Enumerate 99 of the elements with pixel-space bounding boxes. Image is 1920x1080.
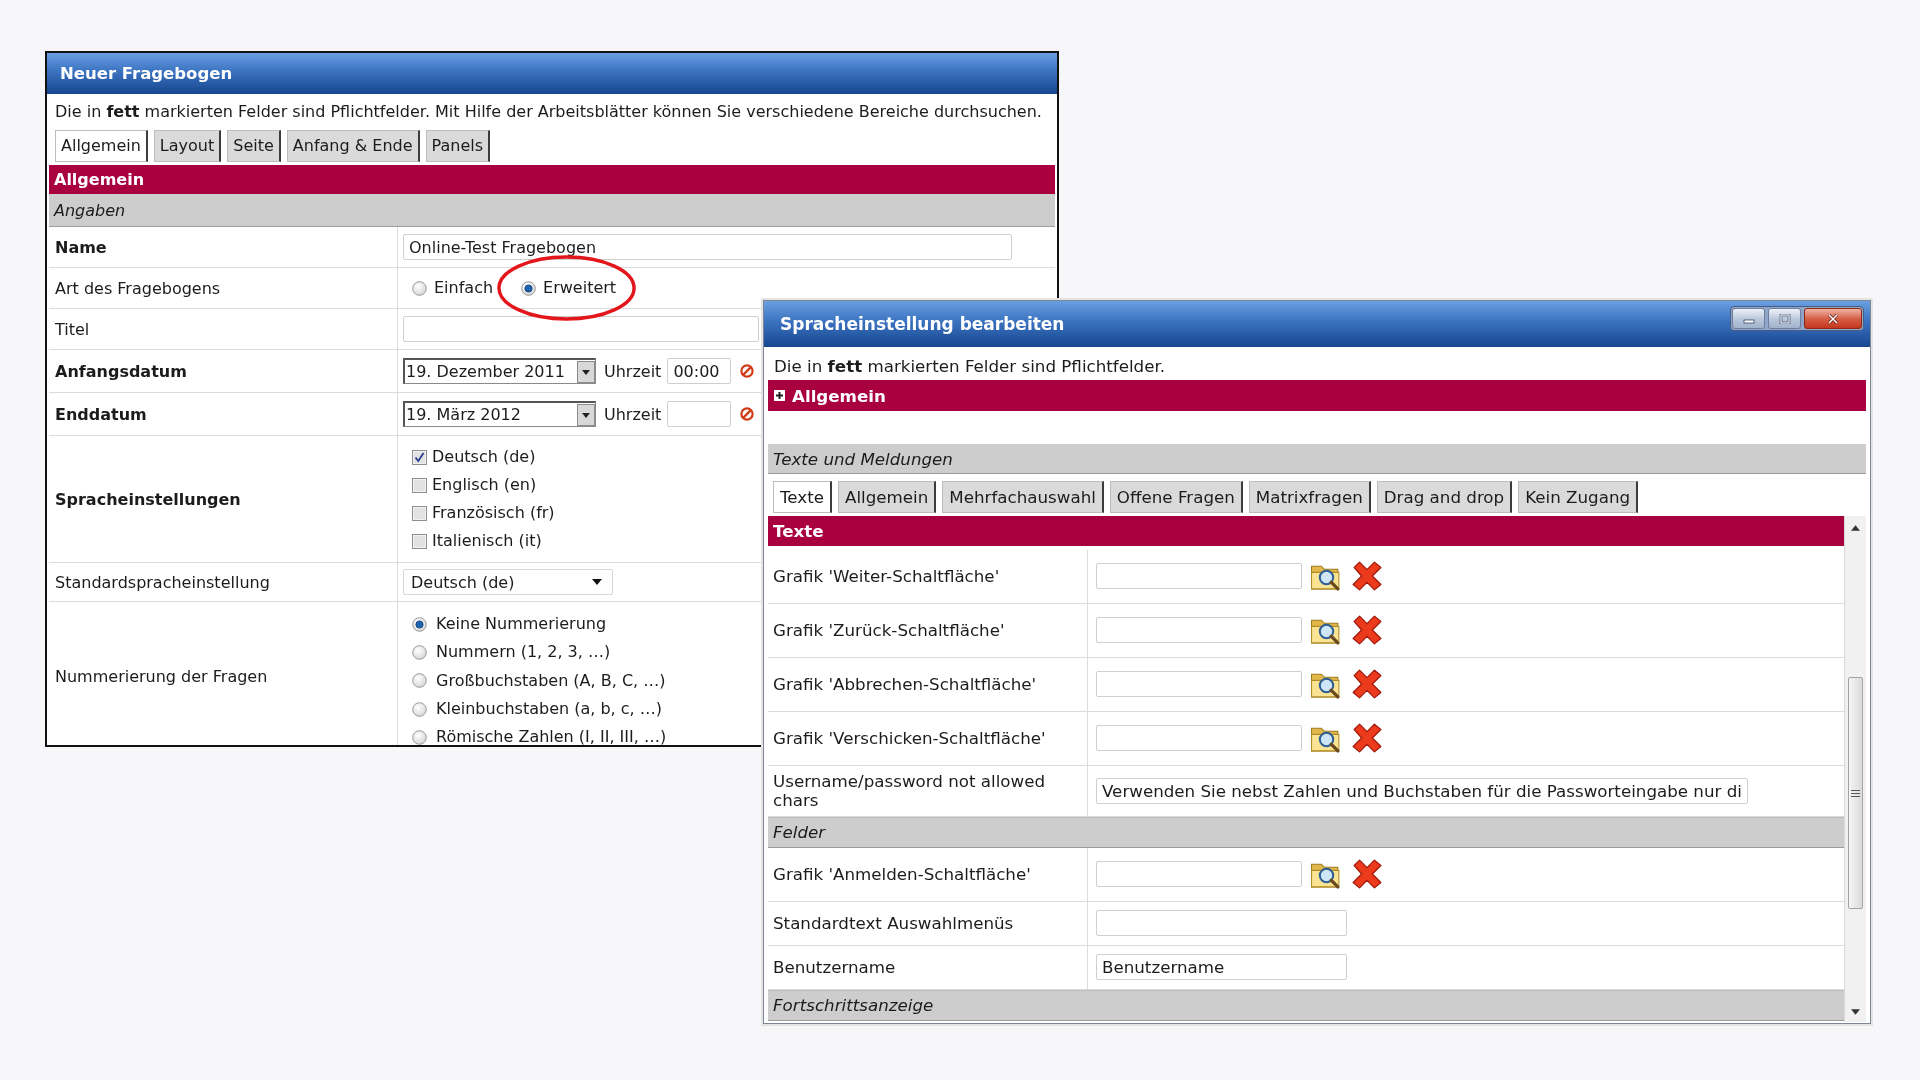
field-label: Standardspracheinstellung: [55, 572, 270, 592]
text-field[interactable]: [403, 316, 759, 342]
field-label: Titel: [55, 319, 90, 339]
field-label: Username/password not allowed chars: [773, 772, 1047, 810]
radio-label: Römische Zahlen (I, II, III, …): [436, 727, 667, 745]
time-field[interactable]: [667, 401, 732, 427]
tab[interactable]: Allgemein: [55, 130, 148, 162]
tab[interactable]: Seite: [227, 130, 281, 162]
section-header: Texte: [768, 516, 1844, 546]
date-dropdown[interactable]: 19. Dezember 2011: [403, 358, 596, 384]
radio-button[interactable]: [412, 280, 427, 296]
caret-icon[interactable]: [577, 360, 595, 383]
tab[interactable]: Mehrfachauswahl: [942, 481, 1104, 513]
radio-button[interactable]: [412, 701, 427, 717]
field-label: Grafik 'Verschicken-Schaltfläche': [773, 729, 1046, 748]
radio-label: Großbuchstaben (A, B, C, …): [436, 670, 666, 691]
radio-label: Einfach: [434, 278, 494, 298]
field-label: Nummerierung der Fragen: [55, 667, 268, 687]
maximize-button[interactable]: [1768, 308, 1801, 329]
radio-button[interactable]: [412, 673, 427, 689]
caret-icon[interactable]: [577, 403, 595, 426]
section-title: Allgemein: [792, 385, 886, 406]
field-label: Name: [55, 237, 107, 257]
cross-icon[interactable]: [1351, 668, 1383, 700]
intro-text: Die in fett markierten Felder sind Pflichtfelder. Mit Hilfe der Arbeitsblätter können Sie verschiedene Bereiche durchsuchen.: [54, 101, 1043, 123]
checkbox[interactable]: [412, 505, 427, 521]
field-label: Standardtext Auswahlmenüs: [773, 914, 1014, 933]
cross-icon[interactable]: [1351, 722, 1383, 754]
plus-icon[interactable]: [774, 390, 785, 401]
checkbox[interactable]: [412, 449, 427, 465]
time-label: Uhrzeit: [604, 404, 662, 424]
maximize-icon[interactable]: [1777, 313, 1792, 324]
checkbox[interactable]: [412, 533, 427, 549]
radio-label: Nummern (1, 2, 3, …): [436, 642, 611, 663]
field-label: Art des Fragebogens: [55, 278, 221, 298]
group-header: Angaben: [49, 194, 1055, 227]
scroll-up-icon[interactable]: [1851, 525, 1860, 531]
intro-text: Die in fett markierten Felder sind Pflichtfelder.: [773, 355, 1167, 378]
caret-icon[interactable]: [592, 579, 602, 585]
field-label: Grafik 'Anmelden-Schaltfläche': [773, 865, 1031, 884]
tab[interactable]: Layout: [153, 130, 222, 162]
text-field[interactable]: [1096, 617, 1302, 643]
checkbox-label: Französisch (fr): [432, 503, 555, 523]
radio-button[interactable]: [521, 280, 537, 296]
prohibited-icon[interactable]: [740, 407, 755, 421]
text-field[interactable]: [1096, 861, 1302, 887]
text-field[interactable]: [1096, 725, 1302, 751]
checkbox-label: Deutsch (de): [432, 447, 536, 467]
tab[interactable]: Drag and drop: [1376, 481, 1513, 513]
field-label: Enddatum: [55, 404, 147, 424]
tab[interactable]: Offene Fragen: [1109, 481, 1243, 513]
prohibited-icon[interactable]: [740, 364, 755, 378]
radio-button[interactable]: [412, 729, 427, 745]
date-dropdown[interactable]: 19. März 2012: [403, 401, 596, 427]
group-header: Felder: [768, 817, 1844, 848]
tab[interactable]: Matrixfragen: [1248, 481, 1371, 513]
language-dropdown[interactable]: Deutsch (de): [403, 569, 613, 595]
scrollbar[interactable]: [1844, 516, 1866, 1022]
cross-icon[interactable]: [1351, 858, 1383, 890]
grip-icon: [1851, 789, 1860, 797]
scrollbar-thumb[interactable]: [1848, 677, 1863, 909]
window-title: Spracheinstellung bearbeiten: [779, 314, 1065, 334]
tab[interactable]: Panels: [425, 130, 491, 162]
field-label: Benutzername: [773, 958, 896, 977]
cross-icon[interactable]: [1351, 560, 1383, 592]
section-header: Allgemein: [49, 165, 1055, 194]
text-field[interactable]: [1096, 563, 1302, 589]
text-field[interactable]: [1096, 671, 1302, 697]
time-field[interactable]: 00:00: [667, 358, 732, 384]
radio-label: Kleinbuchstaben (a, b, c, …): [436, 699, 662, 720]
checkbox-label: Englisch (en): [432, 475, 537, 495]
radio-label: Keine Nummerierung: [436, 614, 607, 635]
checkbox-label: Italienisch (it): [432, 531, 542, 551]
text-field[interactable]: Verwenden Sie nebst Zahlen und Buchstaben für die Passworteingabe nur di: [1096, 778, 1748, 804]
group-header: Fortschrittsanzeige: [768, 990, 1844, 1021]
field-label: Anfangsdatum: [55, 361, 187, 381]
field-label: Grafik 'Weiter-Schaltfläche': [773, 567, 1000, 586]
field-label: Grafik 'Zurück-Schaltfläche': [773, 621, 1005, 640]
text-field[interactable]: Benutzername: [1096, 954, 1347, 980]
radio-button[interactable]: [412, 616, 427, 632]
close-icon[interactable]: [1826, 313, 1840, 324]
text-field[interactable]: [1096, 910, 1347, 936]
text-field[interactable]: Online-Test Fragebogen: [403, 234, 1012, 260]
tab[interactable]: Texte: [773, 481, 832, 513]
close-button[interactable]: [1804, 308, 1862, 329]
field-label: Grafik 'Abbrechen-Schaltfläche': [773, 675, 1037, 694]
scroll-down-icon[interactable]: [1851, 1009, 1860, 1015]
minimize-button[interactable]: [1732, 308, 1765, 329]
field-label: Spracheinstellungen: [55, 489, 241, 509]
checkbox[interactable]: [412, 477, 427, 493]
tab[interactable]: Anfang & Ende: [286, 130, 420, 162]
cross-icon[interactable]: [1351, 614, 1383, 646]
tab[interactable]: Kein Zugang: [1518, 481, 1639, 513]
time-label: Uhrzeit: [604, 361, 662, 381]
group-header: Texte und Meldungen: [768, 444, 1866, 474]
tab[interactable]: Allgemein: [838, 481, 937, 513]
radio-button[interactable]: [412, 644, 427, 660]
radio-label: Erweitert: [543, 278, 617, 298]
window-title: Neuer Fragebogen: [59, 64, 233, 83]
